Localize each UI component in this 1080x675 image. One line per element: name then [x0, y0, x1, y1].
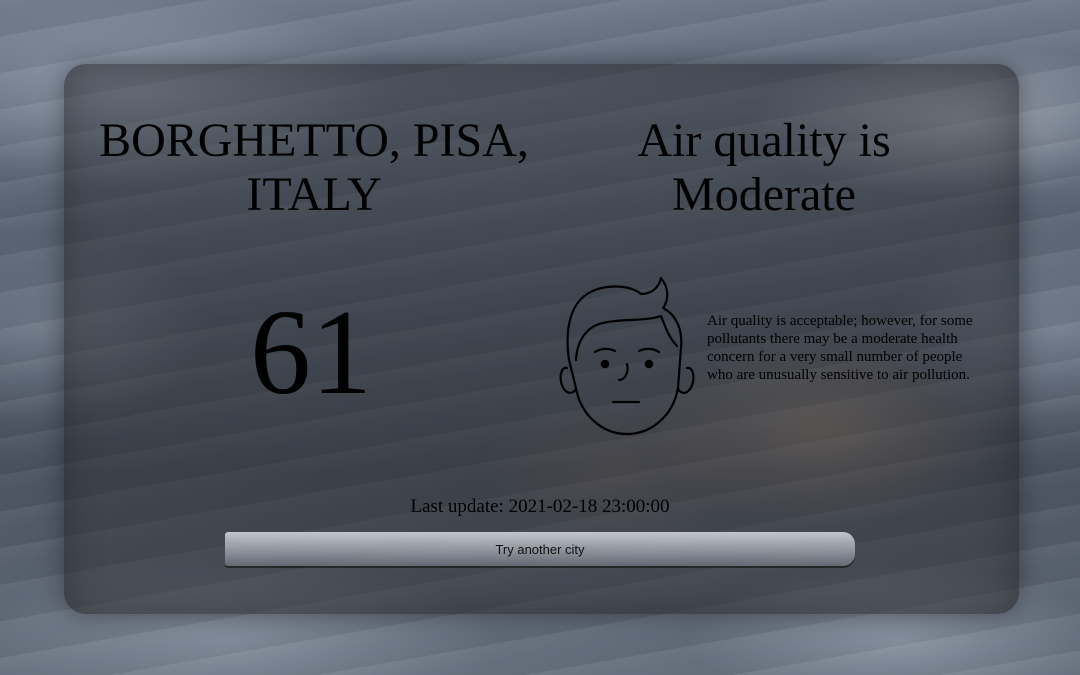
location-line-1: BORGHETTO, PISA,: [99, 114, 529, 167]
status-line-1: Air quality is: [637, 114, 891, 167]
try-another-city-button[interactable]: Try another city: [225, 532, 855, 566]
location-title: BORGHETTO, PISA, ITALY: [64, 114, 564, 222]
last-update-timestamp: Last update: 2021-02-18 23:00:00: [410, 496, 670, 517]
neutral-face-icon: [559, 276, 695, 436]
aqi-value: 61: [250, 285, 372, 420]
status-line-2: Moderate: [672, 168, 856, 221]
air-quality-description: Air quality is acceptable; however, for …: [707, 313, 973, 383]
air-quality-card: BORGHETTO, PISA, ITALY Air quality is Mo…: [64, 64, 1019, 614]
air-quality-status: Air quality is Moderate: [534, 114, 994, 222]
location-line-2: ITALY: [246, 168, 382, 221]
